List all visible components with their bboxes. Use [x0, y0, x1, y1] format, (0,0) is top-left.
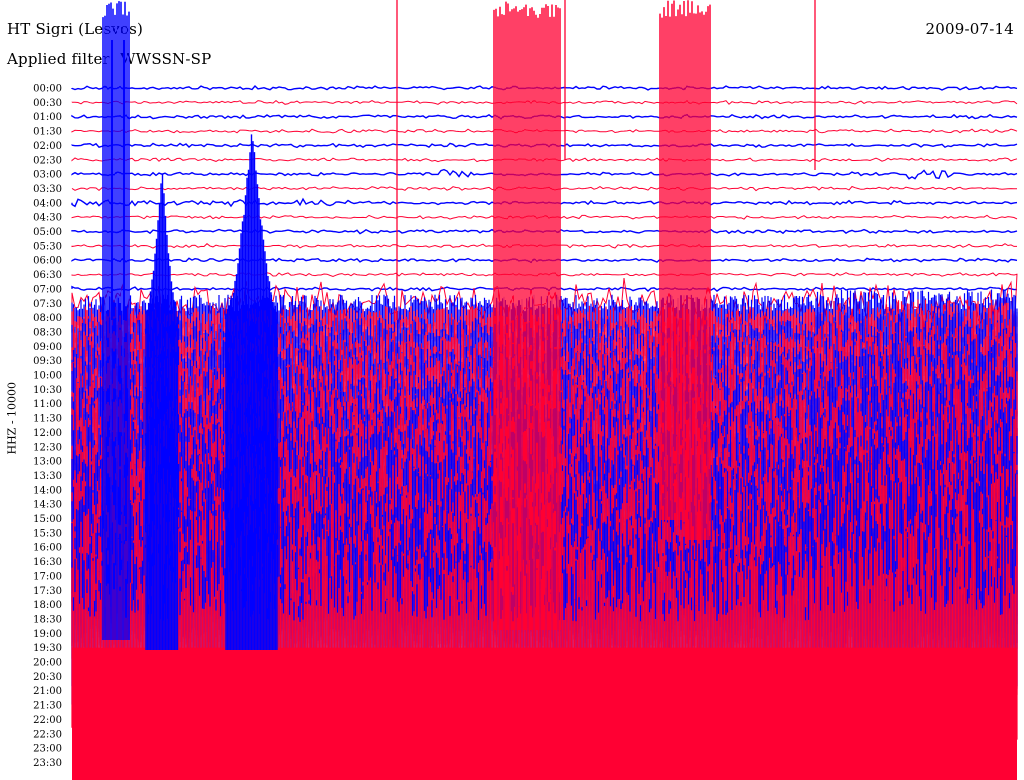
- seismic-traces: [71, 0, 1018, 780]
- time-tick-labels: 00:00 00:30 01:00 01:30 02:00 02:30 03:00 03:30…: [33, 84, 62, 769]
- time-tick-label: 05:00: [33, 227, 62, 238]
- time-tick-label: 12:30: [33, 442, 62, 453]
- time-tick-label: 08:30: [33, 327, 62, 338]
- time-tick-label: 10:30: [33, 385, 62, 396]
- time-tick-label: 12:00: [33, 428, 62, 439]
- time-tick-label: 20:30: [33, 672, 62, 683]
- event-column: [685, 0, 711, 540]
- time-tick-label: 22:00: [33, 715, 62, 726]
- time-tick-label: 03:00: [33, 170, 62, 181]
- time-tick-label: 03:30: [33, 184, 62, 195]
- time-tick-label: 11:30: [33, 414, 62, 425]
- time-tick-label: 14:30: [33, 500, 62, 511]
- time-tick-label: 05:30: [33, 241, 62, 252]
- time-tick-label: 09:00: [33, 342, 62, 353]
- time-tick-label: 19:30: [33, 643, 62, 654]
- event-swell: [225, 134, 278, 650]
- time-tick-label: 08:00: [33, 313, 62, 324]
- time-tick-label: 16:00: [33, 543, 62, 554]
- time-tick-label: 09:30: [33, 356, 62, 367]
- time-tick-label: 20:00: [33, 658, 62, 669]
- time-tick-label: 00:30: [33, 98, 62, 109]
- time-tick-label: 04:00: [33, 198, 62, 209]
- time-tick-label: 18:00: [33, 600, 62, 611]
- time-tick-label: 10:00: [33, 371, 62, 382]
- time-tick-label: 15:00: [33, 514, 62, 525]
- time-tick-label: 01:30: [33, 127, 62, 138]
- time-tick-label: 21:00: [33, 686, 62, 697]
- time-tick-label: 17:00: [33, 571, 62, 582]
- saturated-trace-block: [72, 647, 1017, 780]
- time-tick-label: 19:00: [33, 629, 62, 640]
- time-tick-label: 02:00: [33, 141, 62, 152]
- time-tick-label: 04:30: [33, 213, 62, 224]
- time-tick-label: 11:00: [33, 399, 62, 410]
- time-tick-label: 13:00: [33, 457, 62, 468]
- time-tick-label: 21:30: [33, 701, 62, 712]
- time-tick-label: 15:30: [33, 528, 62, 539]
- time-tick-label: 06:00: [33, 256, 62, 267]
- time-tick-label: 00:00: [33, 84, 62, 95]
- time-tick-label: 18:30: [33, 614, 62, 625]
- time-tick-label: 13:30: [33, 471, 62, 482]
- time-tick-label: 17:30: [33, 586, 62, 597]
- time-tick-label: 07:00: [33, 284, 62, 295]
- time-tick-label: 02:30: [33, 155, 62, 166]
- time-tick-label: 22:30: [33, 729, 62, 740]
- time-tick-label: 16:30: [33, 557, 62, 568]
- time-tick-label: 07:30: [33, 299, 62, 310]
- time-tick-label: 23:00: [33, 744, 62, 755]
- time-tick-label: 06:30: [33, 270, 62, 281]
- time-tick-label: 01:00: [33, 112, 62, 123]
- time-tick-label: 14:00: [33, 485, 62, 496]
- time-tick-label: 23:30: [33, 758, 62, 769]
- helicorder-plot: 00:00 00:30 01:00 01:30 02:00 02:30 03:00 03:30…: [33, 0, 1018, 780]
- event-column: [659, 0, 685, 520]
